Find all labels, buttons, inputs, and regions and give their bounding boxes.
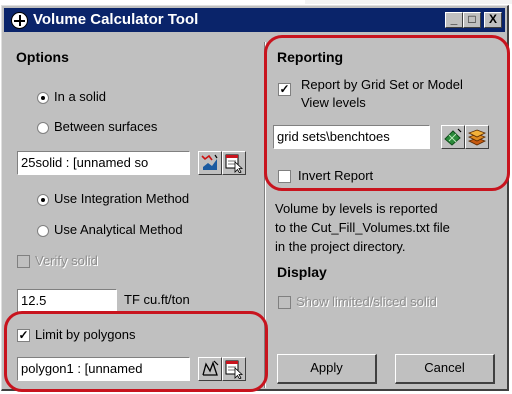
radio-in-solid-label: In a solid [54,89,107,104]
select-list-icon [225,154,244,173]
select-solid-list-button[interactable] [222,151,246,175]
minimize-button[interactable]: _ [445,12,463,28]
cancel-button[interactable]: Cancel [395,354,495,384]
report-info-line-1: Volume by levels is reported [275,201,438,216]
verify-solid-label: Verify solid [35,253,98,268]
density-unit-label: TF cu.ft/ton [124,292,190,307]
title-bar[interactable]: Volume Calculator Tool _ □ X [4,8,505,32]
radio-analytical-method[interactable] [37,225,49,237]
options-heading: Options [16,49,69,65]
show-limited-label: Show limited/sliced solid [296,294,437,309]
reporting-highlight-oval [264,35,510,191]
radio-between-surfaces[interactable] [37,122,49,134]
radio-between-surfaces-label: Between surfaces [54,119,158,134]
show-limited-checkbox[interactable] [278,296,291,309]
radio-analytical-label: Use Analytical Method [54,222,183,237]
pick-solid-icon [201,154,218,170]
radio-integration-method[interactable] [37,194,49,206]
verify-solid-checkbox[interactable] [17,255,30,268]
density-input[interactable]: 12.5 [17,289,117,313]
radio-integration-label: Use Integration Method [54,191,190,206]
report-info-line-3: in the project directory. [275,239,406,254]
solid-field[interactable]: 25solid : [unnamed so [17,151,190,175]
apply-button[interactable]: Apply [277,354,377,384]
background-window-strip [305,0,512,4]
close-button[interactable]: X [484,12,502,28]
report-info-line-2: to the Cut_Fill_Volumes.txt file [275,220,450,235]
display-heading: Display [277,264,327,280]
app-icon [11,12,28,29]
pick-solid-button[interactable] [198,151,222,175]
polygons-highlight-oval [4,311,268,392]
radio-in-solid[interactable] [37,92,49,104]
maximize-button[interactable]: □ [463,12,481,28]
window-title: Volume Calculator Tool [33,11,199,28]
